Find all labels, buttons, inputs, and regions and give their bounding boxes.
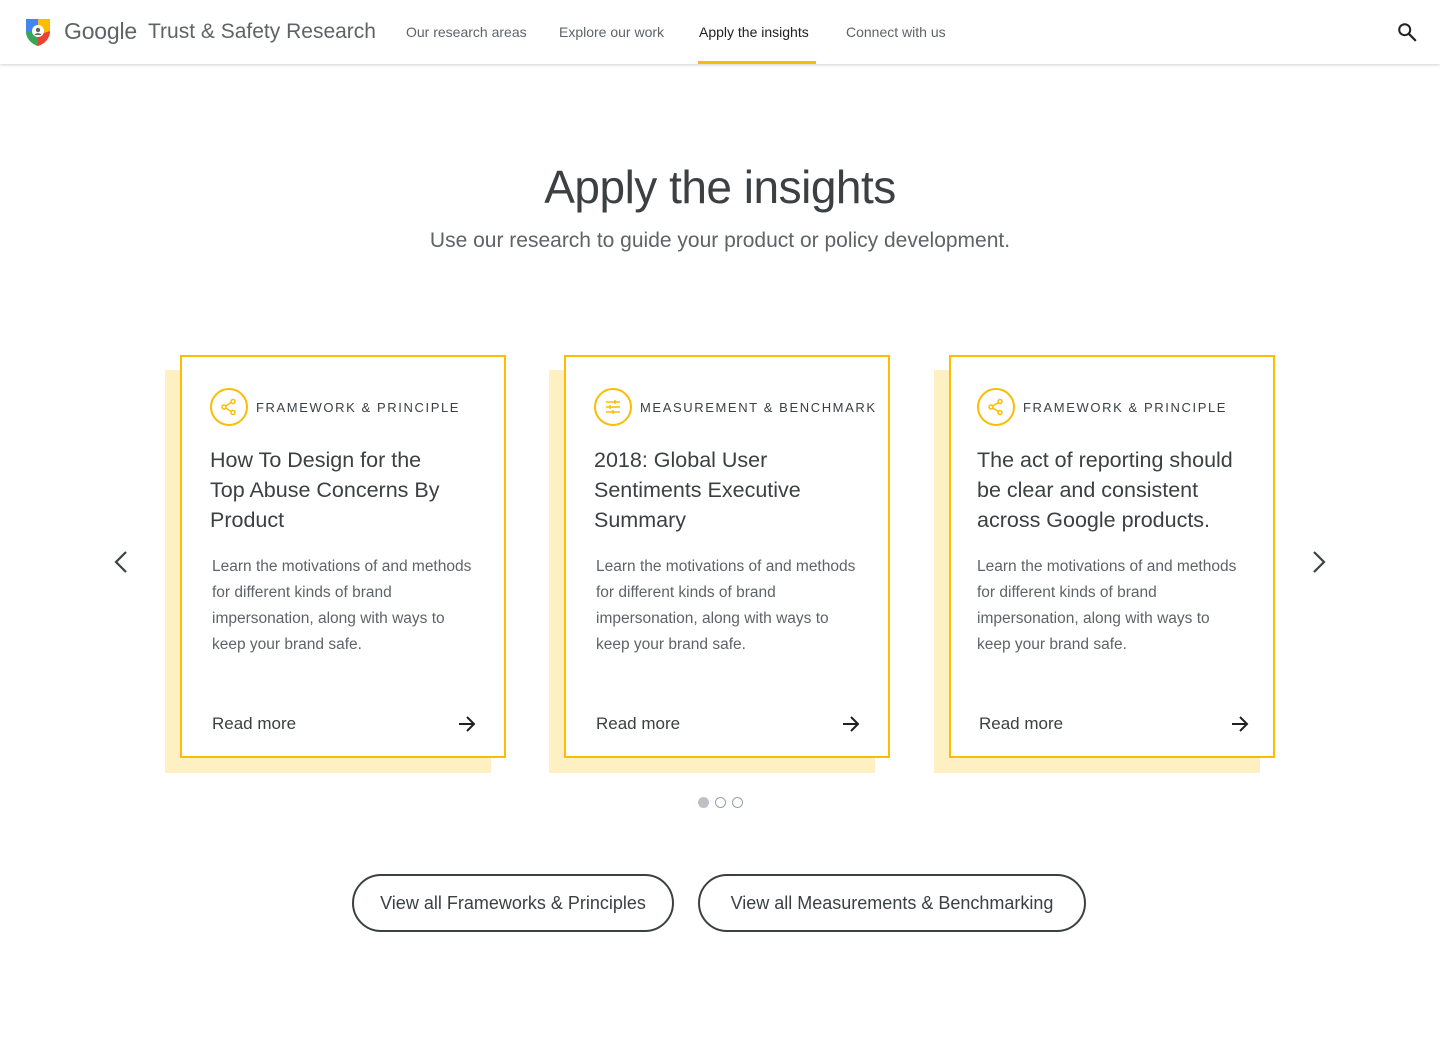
nav-item-explore-work[interactable]: Explore our work (559, 24, 664, 40)
brand-site-name[interactable]: Trust & Safety Research (148, 20, 376, 44)
arrow-right-icon[interactable] (840, 713, 862, 735)
share-icon (210, 388, 248, 426)
arrow-right-icon[interactable] (456, 713, 478, 735)
nav-item-research-areas[interactable]: Our research areas (406, 24, 527, 40)
read-more-link[interactable]: Read more (979, 714, 1063, 734)
card-category: FRAMEWORK & PRINCIPLE (256, 400, 461, 415)
card-description: Learn the motivations of and methods for… (212, 558, 472, 653)
search-icon[interactable] (1396, 21, 1418, 43)
arrow-right-icon[interactable] (1229, 713, 1251, 735)
insight-card[interactable]: FRAMEWORK & PRINCIPLE The act of reporti… (949, 355, 1275, 758)
view-frameworks-button[interactable]: View all Frameworks & Principles (352, 874, 674, 932)
pagination-dot[interactable] (732, 797, 743, 808)
share-icon (977, 388, 1015, 426)
read-more-link[interactable]: Read more (596, 714, 680, 734)
carousel-next-button[interactable] (1304, 548, 1332, 576)
insight-card[interactable]: MEASUREMENT & BENCHMARK 2018: Global Use… (564, 355, 890, 758)
card-category: MEASUREMENT & BENCHMARK (640, 400, 877, 415)
card-category: FRAMEWORK & PRINCIPLE (1023, 400, 1228, 415)
brand-google-wordmark[interactable]: Google (64, 18, 137, 45)
carousel-prev-button[interactable] (108, 548, 136, 576)
google-shield-logo[interactable] (24, 17, 52, 47)
read-more-link[interactable]: Read more (212, 714, 296, 734)
pagination-dot-active[interactable] (698, 797, 709, 808)
nav-item-apply-insights[interactable]: Apply the insights (699, 24, 809, 40)
card-title[interactable]: The act of reporting should be clear and… (977, 445, 1262, 535)
pagination-dot[interactable] (715, 797, 726, 808)
card-description: Learn the motivations of and methods for… (596, 558, 856, 653)
top-header: Google Trust & Safety Research Our resea… (0, 0, 1440, 64)
page-subtitle: Use our research to guide your product o… (429, 229, 1011, 252)
view-measurements-button[interactable]: View all Measurements & Benchmarking (698, 874, 1086, 932)
card-title[interactable]: 2018: Global User Sentiments Executive S… (594, 445, 834, 535)
tune-icon (594, 388, 632, 426)
insight-card[interactable]: FRAMEWORK & PRINCIPLE How To Design for … (180, 355, 506, 758)
card-description: Learn the motivations of and methods for… (977, 558, 1237, 653)
active-nav-indicator (698, 61, 816, 64)
nav-item-connect[interactable]: Connect with us (846, 24, 946, 40)
card-title[interactable]: How To Design for the Top Abuse Concerns… (210, 445, 440, 535)
page-title: Apply the insights (544, 161, 896, 213)
